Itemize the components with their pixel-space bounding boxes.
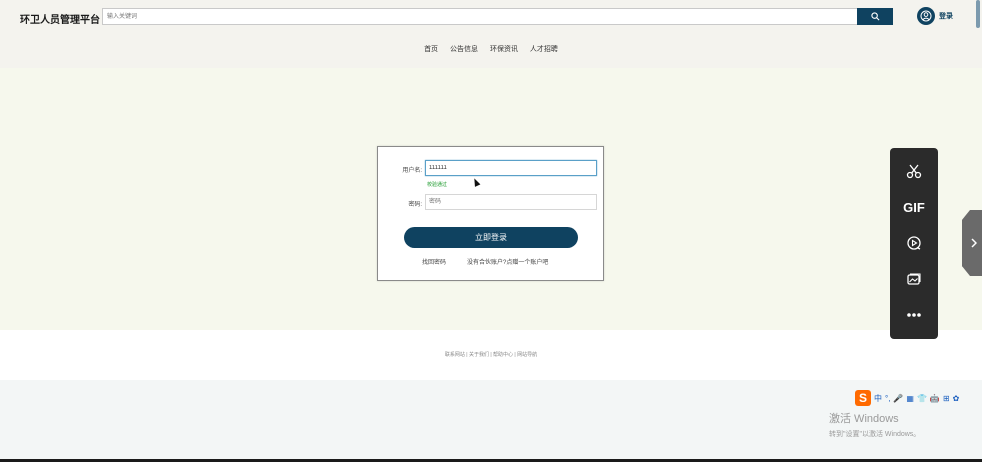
nav-item-announcements[interactable]: 公告信息 [450,44,478,54]
watermark-title: 激活 Windows [829,413,899,425]
settings-icon[interactable]: ✿ [953,394,960,403]
toolbox-icon[interactable]: ⊞ [943,394,950,403]
search-input[interactable] [102,8,857,25]
video-record-icon[interactable] [890,231,938,255]
ime-chinese-icon[interactable]: 中 [874,393,882,404]
activation-watermark: 激活 Windows 转到"设置"以激活 Windows。 [829,410,920,439]
password-input[interactable] [425,194,597,210]
username-label: 用户名: [402,168,422,174]
search-icon [870,12,879,21]
image-gallery-icon[interactable] [890,267,938,291]
side-expand-tab[interactable] [962,210,982,276]
watermark-subtitle: 转到"设置"以激活 Windows。 [829,431,921,438]
user-icon [917,7,935,25]
nav-item-home[interactable]: 首页 [424,44,438,54]
screenshot-toolbar: GIF [890,148,938,339]
header: 环卫人员管理平台 登录 首页 公告信息 环保资讯 人才招聘 [0,0,982,68]
nav-item-news[interactable]: 环保资讯 [490,44,518,54]
login-link[interactable]: 登录 [917,7,953,25]
punctuation-icon[interactable]: °, [885,394,890,403]
login-label[interactable]: 登录 [939,11,953,21]
register-link[interactable]: 没有合伙账户?点赠一个账户吧 [467,257,548,266]
main-content: 用户名: 校验通过 密码: 立即登录 找回密码 没有合伙账户?点赠一个账户吧 [0,68,982,330]
footer: 联系网站 | 关于我们 | 帮助中心 | 网站导航 [0,330,982,380]
ime-tray: S 中 °, 🎤 ▦ 👕 🤖 ⊞ ✿ [855,389,982,407]
chevron-right-icon [971,238,977,248]
assistant-icon[interactable]: 🤖 [930,394,940,403]
username-hint: 校验通过 [427,182,448,188]
sogou-logo-icon[interactable]: S [855,390,871,406]
gif-icon[interactable]: GIF [890,195,938,219]
scissors-icon[interactable] [890,159,938,183]
more-icon[interactable] [890,303,938,327]
search-bar [102,8,893,25]
skin-icon[interactable]: 👕 [917,394,927,403]
site-title[interactable]: 环卫人员管理平台 [20,11,100,26]
microphone-icon[interactable]: 🎤 [893,394,903,403]
login-submit-button[interactable]: 立即登录 [404,227,578,248]
nav-item-jobs[interactable]: 人才招聘 [530,44,558,54]
username-input[interactable] [425,160,597,176]
footer-links[interactable]: 联系网站 | 关于我们 | 帮助中心 | 网站导航 [0,351,982,358]
password-label: 密码: [408,202,422,208]
scroll-indicator[interactable] [976,0,980,28]
keyboard-icon[interactable]: ▦ [906,394,914,403]
main-nav: 首页 公告信息 环保资讯 人才招聘 [0,44,982,54]
search-button[interactable] [857,8,893,25]
forgot-password-link[interactable]: 找回密码 [422,257,446,266]
login-card: 用户名: 校验通过 密码: 立即登录 找回密码 没有合伙账户?点赠一个账户吧 [377,146,604,281]
